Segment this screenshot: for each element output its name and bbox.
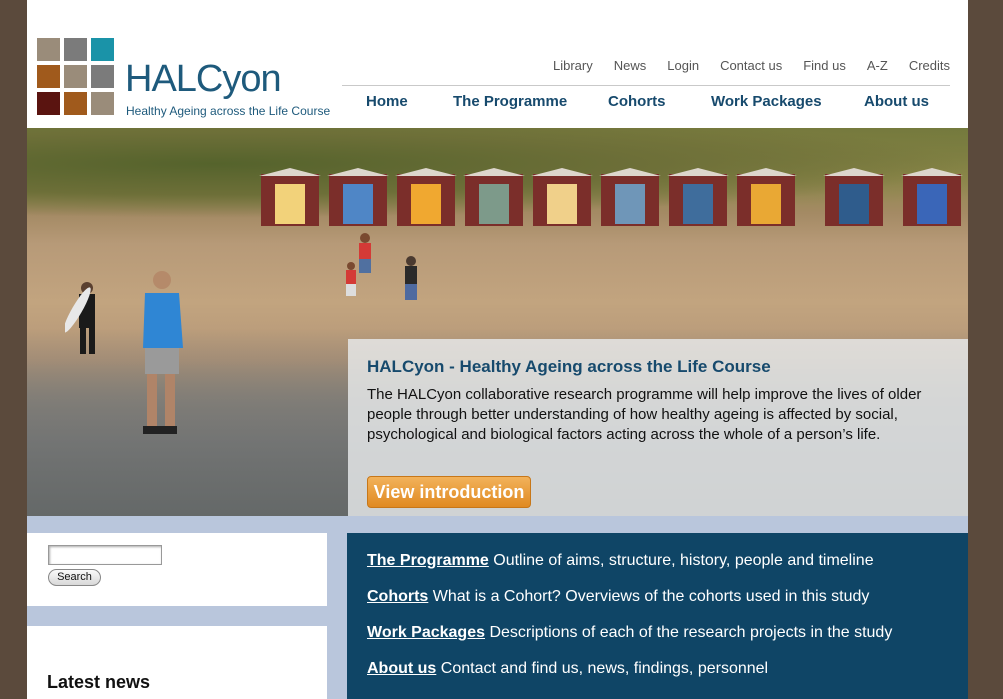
section-link-row: Cohorts What is a Cohort? Overviews of t… (367, 588, 869, 606)
util-link-news[interactable]: News (614, 58, 647, 73)
hero-title: HALCyon - Healthy Ageing across the Life… (367, 357, 771, 376)
util-link-credits[interactable]: Credits (909, 58, 950, 73)
logo-square (37, 92, 60, 115)
main-nav: Home The Programme Cohorts Work Packages… (342, 93, 950, 113)
util-link-library[interactable]: Library (553, 58, 593, 73)
logo-square (91, 92, 114, 115)
link-the-programme[interactable]: The Programme (367, 552, 489, 569)
section-link-row: Work Packages Descriptions of each of th… (367, 624, 892, 642)
hero-banner: HALCyon - Healthy Ageing across the Life… (27, 128, 968, 516)
link-cohorts[interactable]: Cohorts (367, 588, 428, 605)
link-description: What is a Cohort? Overviews of the cohor… (428, 588, 870, 605)
beach-huts (259, 168, 968, 226)
walking-man-figure (143, 271, 183, 434)
beach-hut (735, 168, 797, 226)
beach-hut (395, 168, 457, 226)
section-link-row: About us Contact and find us, news, find… (367, 660, 768, 678)
search-panel: Search (27, 533, 327, 606)
logo-tagline: Healthy Ageing across the Life Course (126, 104, 331, 118)
link-description: Contact and find us, news, findings, per… (436, 660, 769, 677)
beach-hut (327, 168, 389, 226)
nav-work-packages[interactable]: Work Packages (711, 93, 822, 110)
hero-caption: HALCyon - Healthy Ageing across the Life… (348, 339, 968, 516)
util-link-contact[interactable]: Contact us (720, 58, 782, 73)
beach-hut (667, 168, 729, 226)
util-link-find-us[interactable]: Find us (803, 58, 846, 73)
site-header: HALCyon Healthy Ageing across the Life C… (27, 0, 968, 128)
section-link-row: The Programme Outline of aims, structure… (367, 552, 874, 570)
search-button[interactable]: Search (48, 569, 101, 586)
logo-square (64, 92, 87, 115)
beach-hut (463, 168, 525, 226)
site-logo[interactable]: HALCyon Healthy Ageing across the Life C… (37, 38, 331, 120)
children-figures (346, 233, 371, 296)
nav-about-us[interactable]: About us (864, 93, 929, 110)
view-introduction-button[interactable]: View introduction (367, 476, 531, 508)
link-description: Outline of aims, structure, history, peo… (488, 552, 874, 569)
nav-divider (342, 85, 950, 86)
logo-square (91, 38, 114, 61)
logo-square (91, 65, 114, 88)
logo-squares (37, 38, 117, 118)
util-link-a-z[interactable]: A-Z (867, 58, 888, 73)
latest-news-heading: Latest news (47, 672, 151, 692)
link-work-packages[interactable]: Work Packages (367, 624, 485, 641)
link-description: Descriptions of each of the research pro… (485, 624, 893, 641)
surfer-figure (65, 282, 95, 354)
logo-square (37, 38, 60, 61)
logo-square (64, 38, 87, 61)
hero-description: The HALCyon collaborative research progr… (367, 386, 922, 443)
nav-home[interactable]: Home (366, 93, 408, 110)
link-about-us[interactable]: About us (367, 660, 436, 677)
nav-the-programme[interactable]: The Programme (453, 93, 567, 110)
beach-hut (531, 168, 593, 226)
beach-hut (901, 168, 963, 226)
logo-wordmark: HALCyon (125, 58, 282, 100)
section-links-panel: The Programme Outline of aims, structure… (347, 533, 968, 699)
search-input[interactable] (48, 545, 162, 565)
beach-hut (823, 168, 885, 226)
logo-square (37, 65, 60, 88)
page-container: HALCyon Healthy Ageing across the Life C… (27, 0, 968, 699)
util-link-login[interactable]: Login (667, 58, 699, 73)
latest-news-panel: Latest news (27, 626, 327, 699)
utility-nav: Library News Login Contact us Find us A-… (532, 58, 950, 73)
nav-cohorts[interactable]: Cohorts (608, 93, 666, 110)
beach-hut (259, 168, 321, 226)
logo-square (64, 65, 87, 88)
beach-hut (599, 168, 661, 226)
